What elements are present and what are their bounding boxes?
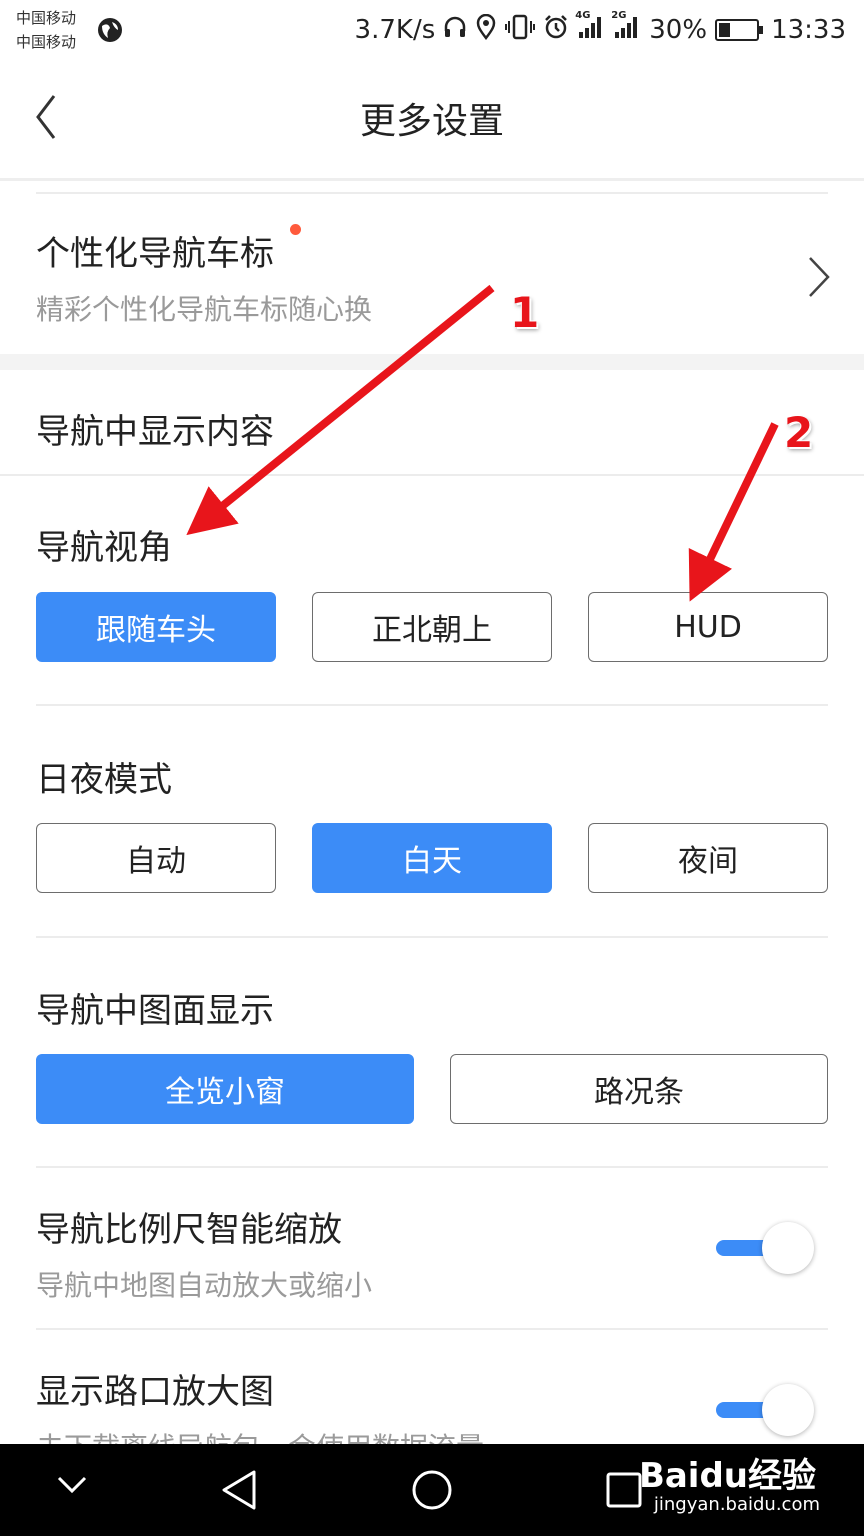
circle-home-icon <box>412 1470 452 1510</box>
annotation-number-1: 1 <box>510 288 540 337</box>
annotation-arrow-1 <box>186 284 495 536</box>
watermark-brand: Baidu经验 <box>638 1456 816 1496</box>
triangle-back-icon <box>222 1470 256 1510</box>
watermark-url: jingyan.baidu.com <box>653 1494 820 1515</box>
hide-nav-button[interactable] <box>56 1474 88 1500</box>
annotation-arrow-2 <box>688 422 779 602</box>
back-nav-button[interactable] <box>218 1468 262 1516</box>
annotation-number-2: 2 <box>784 408 814 457</box>
annotation-layer <box>186 284 779 602</box>
chevron-down-icon <box>57 1476 87 1494</box>
home-nav-button[interactable] <box>410 1468 454 1516</box>
